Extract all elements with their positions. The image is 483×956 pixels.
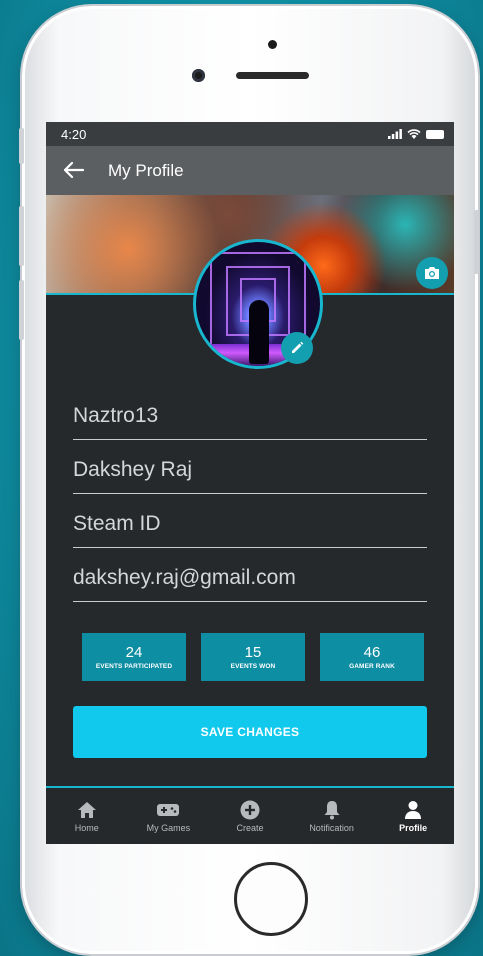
- volume-up-button: [19, 206, 24, 266]
- change-cover-button[interactable]: [416, 257, 448, 289]
- stat-gamer-rank: 46 GAMER RANK: [320, 633, 424, 681]
- nav-label: Profile: [399, 822, 428, 833]
- battery-icon: [426, 129, 444, 139]
- home-icon: [77, 800, 97, 820]
- bottom-navigation: Home My Games Create Notification Profil…: [46, 786, 454, 844]
- gamepad-icon: [156, 800, 180, 820]
- stat-label: GAMER RANK: [349, 663, 395, 670]
- volume-down-button: [19, 280, 24, 340]
- stat-label: EVENTS WON: [230, 663, 276, 670]
- status-bar: 4:20: [46, 122, 454, 146]
- steam-id-field[interactable]: Steam ID: [73, 494, 427, 548]
- nav-item-profile[interactable]: Profile: [372, 788, 454, 844]
- page-title: My Profile: [108, 160, 184, 180]
- nav-item-create[interactable]: Create: [209, 788, 291, 844]
- nav-item-my-games[interactable]: My Games: [128, 788, 210, 844]
- nav-label: My Games: [146, 822, 191, 833]
- stat-label: EVENTS PARTICIPATED: [95, 663, 173, 670]
- earpiece-speaker: [236, 72, 309, 79]
- full-name-field[interactable]: Dakshey Raj: [73, 440, 427, 494]
- edit-avatar-button[interactable]: [281, 332, 313, 364]
- camera-icon: [425, 267, 439, 279]
- stat-value: 46: [363, 644, 381, 661]
- stat-events-participated: 24 EVENTS PARTICIPATED: [82, 633, 186, 681]
- username-field[interactable]: Naztro13: [73, 386, 427, 440]
- stat-value: 15: [244, 644, 262, 661]
- person-icon: [404, 800, 422, 820]
- pencil-icon: [292, 341, 304, 353]
- bell-icon: [323, 800, 341, 820]
- app-bar: My Profile: [46, 146, 454, 195]
- nav-label: Create: [236, 822, 264, 833]
- plus-circle-icon: [240, 800, 260, 820]
- front-camera: [192, 69, 205, 82]
- avatar-silhouette: [249, 300, 269, 364]
- nav-item-notification[interactable]: Notification: [291, 788, 373, 844]
- stat-events-won: 15 EVENTS WON: [201, 633, 305, 681]
- proximity-sensor: [268, 40, 277, 49]
- stat-value: 24: [125, 644, 143, 661]
- wifi-icon: [407, 129, 421, 139]
- nav-label: Notification: [309, 822, 354, 833]
- signal-icon: [388, 129, 402, 139]
- profile-stats: 24 EVENTS PARTICIPATED 15 EVENTS WON 46 …: [82, 633, 424, 681]
- phone-screen: 4:20 My Profile Naztro13 Dakshey Raj Ste…: [46, 122, 454, 844]
- mute-switch: [19, 128, 24, 164]
- status-time: 4:20: [61, 126, 87, 142]
- power-button: [474, 210, 479, 274]
- status-icons: [388, 129, 444, 139]
- profile-form: Naztro13 Dakshey Raj Steam ID dakshey.ra…: [73, 386, 427, 602]
- arrow-left-icon[interactable]: [63, 160, 108, 182]
- nav-item-home[interactable]: Home: [46, 788, 128, 844]
- home-button[interactable]: [234, 862, 308, 936]
- email-field[interactable]: dakshey.raj@gmail.com: [73, 548, 427, 602]
- save-changes-button[interactable]: SAVE CHANGES: [73, 706, 427, 758]
- nav-label: Home: [74, 822, 99, 833]
